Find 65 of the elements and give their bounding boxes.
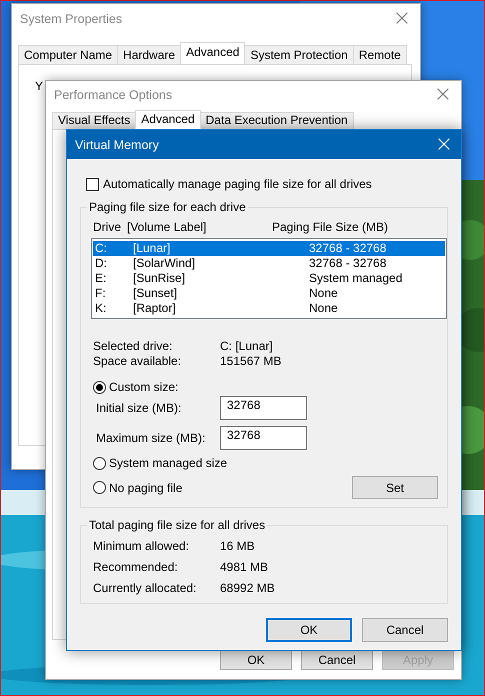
info-label: Selected drive: [93,339,174,354]
list-cell: 32768 - 32768 [309,241,386,256]
list-cell: None [309,286,338,301]
list-cell-text: [Lunar] [133,241,172,256]
info-label: Minimum allowed: [93,539,190,553]
input-field[interactable]: 32768 [220,426,307,450]
info-value: 68992 MB [220,581,275,595]
close-button[interactable]: × [425,84,461,106]
list-cell: None [309,301,338,316]
info-label: Space available: [93,354,182,369]
info-value: 4981 MB [220,560,268,574]
drive-row[interactable]: D: [SolarWind] 32768 - 32768 [93,256,445,271]
dialog-button[interactable]: Cancel [301,650,373,670]
list-cell-text: K: [95,301,108,316]
info-value: C: [Lunar] [220,339,273,354]
list-cell-text: F: [95,286,107,301]
column-header: [Volume Label] [127,220,208,234]
dialog-button[interactable]: OK [220,650,292,670]
radio-button[interactable] [93,380,106,394]
list-cell-text: [Sunset] [133,286,178,301]
dialog-button[interactable]: Cancel [362,618,448,642]
radio-label: System managed size [109,456,228,470]
column-header: Drive [93,220,122,234]
checkbox-label: Automatically manage paging file size for all drives [103,177,372,191]
radio-button[interactable] [93,456,106,470]
tab[interactable]: Data Execution Prevention [200,112,354,129]
list-cell: System managed [309,271,402,286]
drive-row[interactable]: F: [Sunset] None [93,286,445,301]
list-cell-text: [SunRise] [133,271,186,286]
close-button[interactable]: × [427,134,461,156]
list-cell: 32768 - 32768 [309,256,386,271]
list-cell-text: [SolarWind] [133,256,196,271]
list-cell-text: C: [95,241,108,256]
tab[interactable]: Remote [352,45,407,64]
field-label: Initial size (MB): [96,401,182,415]
tab[interactable]: Computer Name [18,45,118,64]
window-title: System Properties [20,12,122,26]
info-label: Recommended: [93,560,179,574]
list-cell-text: E: [95,271,108,286]
list-cell-text: D: [95,256,108,271]
radio-button[interactable] [93,481,106,494]
window-title: Virtual Memory [75,138,159,152]
input-field[interactable]: 32768 [220,396,307,420]
set-button[interactable]: Set [352,476,438,499]
tab[interactable]: System Protection [244,45,354,64]
drive-row[interactable]: K: [Raptor] None [93,301,445,316]
list-cell-text: [Raptor] [133,301,177,316]
group-title: Total paging file size for all drives [87,518,268,532]
drive-row[interactable]: E: [SunRise] System managed [93,271,445,286]
checkbox[interactable] [86,178,99,190]
info-label: Currently allocated: [93,581,198,595]
column-header: Paging File Size (MB) [272,220,388,234]
window-title: Performance Options [54,88,172,102]
radio-label: Custom size: [109,380,178,394]
close-button[interactable]: × [384,8,420,30]
intro-text: Y [35,79,44,93]
drive-row[interactable]: C: [Lunar] 32768 - 32768 [93,241,445,256]
group-title: Paging file size for each drive [87,200,248,214]
tab[interactable]: Visual Effects [52,112,136,129]
field-label: Maximum size (MB): [96,431,206,445]
info-value: 16 MB [220,539,255,553]
dialog-button[interactable]: OK [266,618,352,642]
radio-label: No paging file [109,480,182,494]
tab[interactable]: Hardware [117,45,182,64]
info-value: 151567 MB [220,354,282,369]
